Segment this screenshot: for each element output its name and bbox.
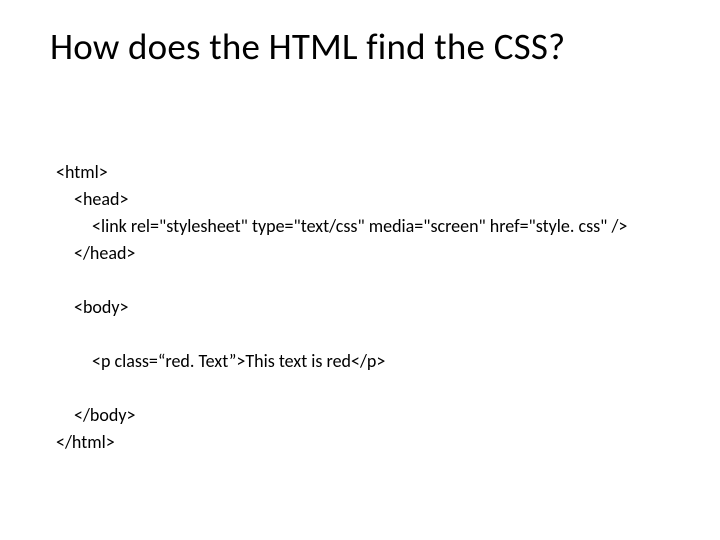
code-line: </html>: [56, 429, 680, 456]
code-block: <html> <head> <link rel="stylesheet" typ…: [56, 159, 680, 456]
blank-line: [56, 321, 680, 348]
code-line: </head>: [74, 240, 680, 267]
blank-line: [56, 375, 680, 402]
page-title: How does the HTML find the CSS?: [50, 24, 680, 69]
blank-line: [56, 267, 680, 294]
code-line: <html>: [56, 159, 680, 186]
code-line: <p class=“red. Text”>This text is red</p…: [92, 348, 680, 375]
code-line: <head>: [74, 186, 680, 213]
code-line: </body>: [74, 402, 680, 429]
code-line: <body>: [74, 294, 680, 321]
code-line: <link rel="stylesheet" type="text/css" m…: [92, 213, 680, 240]
slide: How does the HTML find the CSS? <html> <…: [0, 0, 720, 540]
